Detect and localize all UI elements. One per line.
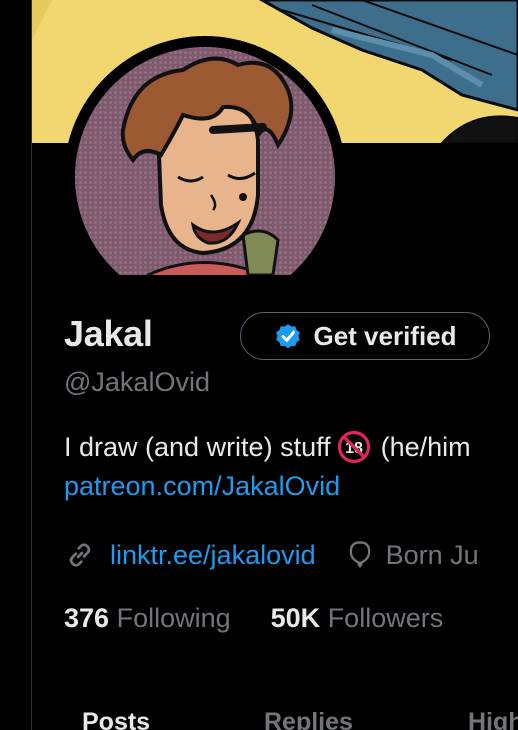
tab-highlights[interactable]: High [468,708,518,730]
birthday-balloon-icon [349,541,370,568]
following-count: 376 [64,603,110,633]
verified-badge-icon [276,324,301,349]
tab-replies[interactable]: Replies [264,708,353,730]
bio: I draw (and write) stuff 18 (he/him [64,430,471,464]
bio-pronouns: (he/him [380,431,471,462]
display-name: Jakal [64,313,153,354]
get-verified-label: Get verified [313,320,457,351]
no-under-18-icon: 18 [337,430,370,464]
avatar[interactable] [63,35,347,275]
link-icon [69,543,91,567]
avatar-image [64,36,346,275]
get-verified-button[interactable]: Get verified [240,312,490,360]
profile-meta: linktr.ee/jakalovid Born Ju [64,535,479,575]
bio-text: I draw (and write) stuff [64,431,331,462]
birthday-text: Born Ju [385,539,479,570]
followers-label: Followers [327,603,444,633]
username-handle: @JakalOvid [64,367,210,397]
website-link[interactable]: linktr.ee/jakalovid [110,540,316,571]
bio-patreon-link[interactable]: patreon.com/JakalOvid [64,471,340,502]
follow-stats: 376 Following 50K Followers [64,603,443,634]
followers-link[interactable]: 50K Followers [271,603,444,634]
following-label: Following [116,603,231,633]
profile-tabs: Posts Replies High [32,700,518,730]
column-divider [31,0,32,730]
left-column [0,0,31,730]
tab-posts[interactable]: Posts [82,708,150,730]
followers-count: 50K [270,603,321,633]
following-link[interactable]: 376 Following [64,603,231,634]
